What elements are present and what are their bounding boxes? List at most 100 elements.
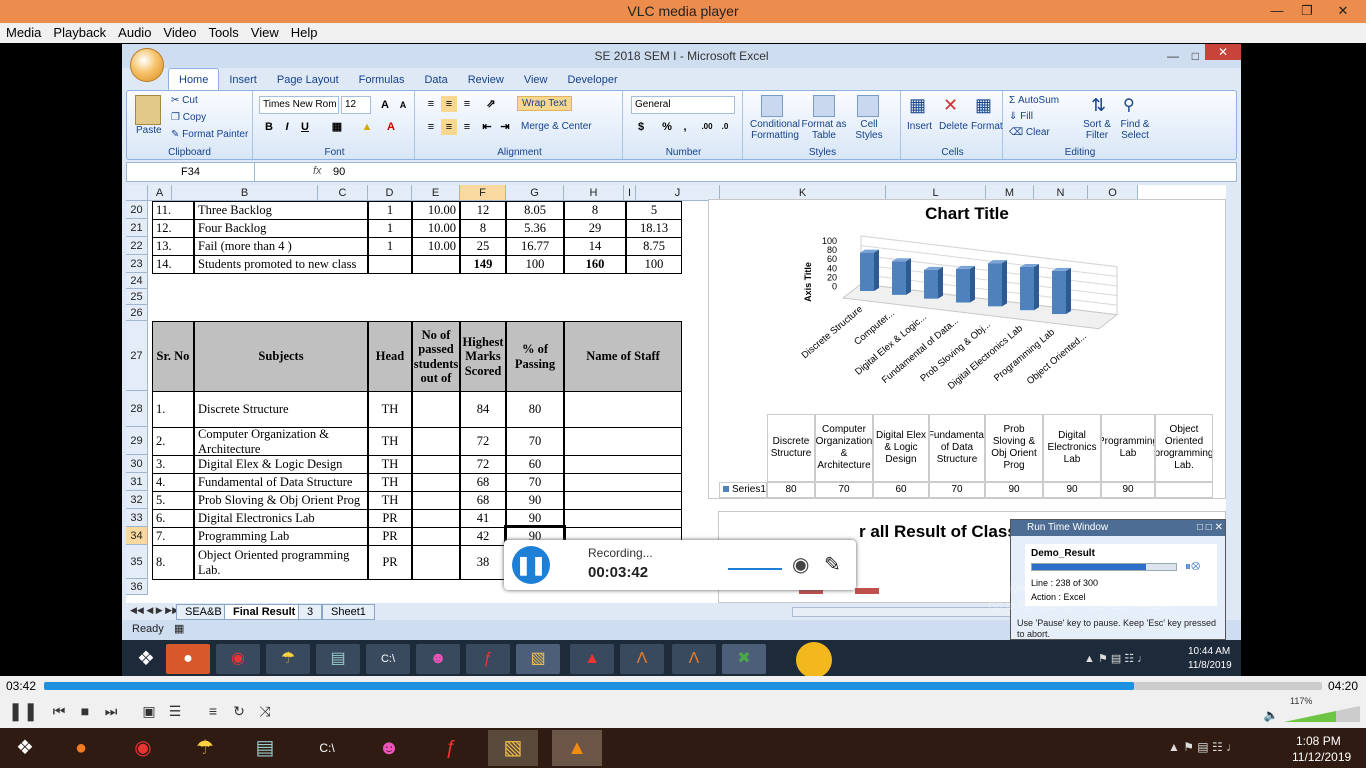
row-header[interactable]: 21 xyxy=(126,219,148,237)
table-cell[interactable]: 1 xyxy=(368,237,412,256)
table-cell[interactable]: 42 xyxy=(460,527,506,546)
insert-cells-icon[interactable]: ▦ xyxy=(909,95,926,116)
paste-button[interactable]: Paste xyxy=(136,125,162,136)
find-select-button[interactable]: Find & Select xyxy=(1117,119,1153,141)
start-icon[interactable]: ❖ xyxy=(124,644,168,674)
acrobat-icon[interactable]: ▲ xyxy=(570,644,614,674)
table-cell[interactable] xyxy=(564,391,682,428)
vlc-taskbar-icon[interactable]: ▲ xyxy=(552,730,602,766)
tab-data[interactable]: Data xyxy=(414,69,457,91)
table-cell[interactable]: Four Backlog xyxy=(194,219,368,238)
python-icon[interactable]: ☂ xyxy=(266,644,310,674)
column-heading[interactable]: Highest Marks Scored xyxy=(460,321,506,392)
stop-icon[interactable]: ■ xyxy=(74,700,96,722)
pause-icon[interactable]: ❚❚ xyxy=(8,700,38,722)
excel-minimize-icon[interactable]: — xyxy=(1167,44,1179,68)
fill-button[interactable]: ⇓ Fill xyxy=(1009,111,1033,122)
tray-icons[interactable]: ▲ ⚑ ▤ ☷ ♩ xyxy=(1084,652,1148,665)
format-painter-button[interactable]: ✎ Format Painter xyxy=(171,129,248,140)
minimize-icon[interactable]: — xyxy=(1262,0,1292,23)
system-tray-icons[interactable]: ▲ ⚑ ▤ ☷ ♩ xyxy=(1168,740,1238,754)
table-cell[interactable]: TH xyxy=(368,427,412,456)
table-cell[interactable]: 7. xyxy=(152,527,194,546)
sort-filter-button[interactable]: Sort & Filter xyxy=(1077,119,1117,141)
row-header[interactable]: 28 xyxy=(126,391,148,427)
table-cell[interactable]: 29 xyxy=(564,219,626,238)
table-cell[interactable]: 10.00 xyxy=(412,237,460,256)
row-header[interactable]: 24 xyxy=(126,273,148,289)
table-cell[interactable]: 160 xyxy=(564,255,626,274)
table-cell[interactable]: 18.13 xyxy=(626,219,682,238)
shrink-font-icon[interactable]: A xyxy=(395,97,411,113)
table-cell[interactable]: PR xyxy=(368,509,412,528)
decrease-indent-icon[interactable]: ⇤ xyxy=(479,119,495,135)
column-header[interactable]: D xyxy=(368,185,412,201)
decrease-decimal-icon[interactable]: .0 xyxy=(717,119,733,135)
table-cell[interactable]: TH xyxy=(368,473,412,492)
macro-record-icon[interactable]: ▦ xyxy=(174,622,184,635)
app-icon[interactable]: Λ xyxy=(672,644,716,674)
select-all-corner[interactable] xyxy=(126,185,148,201)
excel-maximize-icon[interactable]: □ xyxy=(1192,44,1199,68)
table-cell[interactable]: TH xyxy=(368,391,412,428)
table-cell[interactable]: 84 xyxy=(460,391,506,428)
table-cell[interactable] xyxy=(412,491,460,510)
table-cell[interactable]: Fundamental of Data Structure xyxy=(194,473,368,492)
flash-icon[interactable]: ƒ xyxy=(426,730,476,766)
row-header[interactable]: 33 xyxy=(126,509,148,527)
delete-cells-icon[interactable]: ✕ xyxy=(943,95,958,116)
playlist-icon[interactable]: ≡ xyxy=(202,700,224,722)
python-icon[interactable]: ☂ xyxy=(180,730,230,766)
firefox-icon[interactable]: ● xyxy=(56,730,106,766)
table-cell[interactable]: 11. xyxy=(152,201,194,220)
table-cell[interactable]: 38 xyxy=(460,545,506,580)
table-cell[interactable]: Digital Electronics Lab xyxy=(194,509,368,528)
table-cell[interactable]: TH xyxy=(368,491,412,510)
conditional-formatting-button[interactable]: Conditional Formatting xyxy=(747,119,803,141)
app-icon[interactable]: Λ xyxy=(620,644,664,674)
italic-icon[interactable]: I xyxy=(279,119,295,135)
number-format-select[interactable]: General xyxy=(631,96,735,114)
autosum-button[interactable]: Σ AutoSum xyxy=(1009,95,1059,106)
table-cell[interactable]: 13. xyxy=(152,237,194,256)
table-cell[interactable] xyxy=(564,427,682,456)
table-cell[interactable]: 70 xyxy=(506,473,564,492)
currency-icon[interactable]: $ xyxy=(633,119,649,135)
delete-button[interactable]: Delete xyxy=(939,121,968,132)
font-size-select[interactable]: 12 xyxy=(341,96,371,114)
tab-formulas[interactable]: Formulas xyxy=(349,69,415,91)
cell-styles-button[interactable]: Cell Styles xyxy=(849,119,889,141)
explorer-icon[interactable]: ▧ xyxy=(516,644,560,674)
column-header[interactable]: G xyxy=(506,185,564,201)
cmd-icon[interactable]: C:\ xyxy=(302,730,352,766)
table-cell[interactable] xyxy=(412,527,460,546)
table-cell[interactable]: 90 xyxy=(506,491,564,510)
clear-button[interactable]: ⌫ Clear xyxy=(1009,127,1050,138)
increase-indent-icon[interactable]: ⇥ xyxy=(497,119,513,135)
align-center-icon[interactable]: ≡ xyxy=(441,119,457,135)
table-cell[interactable]: 1. xyxy=(152,391,194,428)
table-cell[interactable]: Discrete Structure xyxy=(194,391,368,428)
menu-video[interactable]: Video xyxy=(157,23,202,43)
align-middle-icon[interactable]: ≡ xyxy=(441,96,457,112)
extended-settings-icon[interactable]: ☰ xyxy=(164,700,186,722)
cut-button[interactable]: ✂ Cut xyxy=(171,95,198,106)
previous-icon[interactable]: ⏮ xyxy=(48,700,70,722)
table-cell[interactable]: 41 xyxy=(460,509,506,528)
wrap-text-button[interactable]: Wrap Text xyxy=(517,96,572,111)
row-header[interactable]: 23 xyxy=(126,255,148,273)
table-cell[interactable]: 14. xyxy=(152,255,194,274)
font-name-select[interactable]: Times New Rom xyxy=(259,96,339,114)
menu-media[interactable]: Media xyxy=(0,23,47,43)
align-right-icon[interactable]: ≡ xyxy=(459,119,475,135)
table-cell[interactable]: Programming Lab xyxy=(194,527,368,546)
table-cell[interactable]: 5 xyxy=(626,201,682,220)
notepad-icon[interactable]: ▤ xyxy=(240,730,290,766)
table-cell[interactable] xyxy=(564,455,682,474)
recorder-pause-button[interactable]: ❚❚ xyxy=(512,546,550,584)
font-color-icon[interactable]: A xyxy=(383,119,399,135)
tab-page-layout[interactable]: Page Layout xyxy=(267,69,349,91)
underline-icon[interactable]: U xyxy=(297,119,313,135)
table-cell[interactable]: 8.05 xyxy=(506,201,564,220)
table-cell[interactable] xyxy=(564,473,682,492)
